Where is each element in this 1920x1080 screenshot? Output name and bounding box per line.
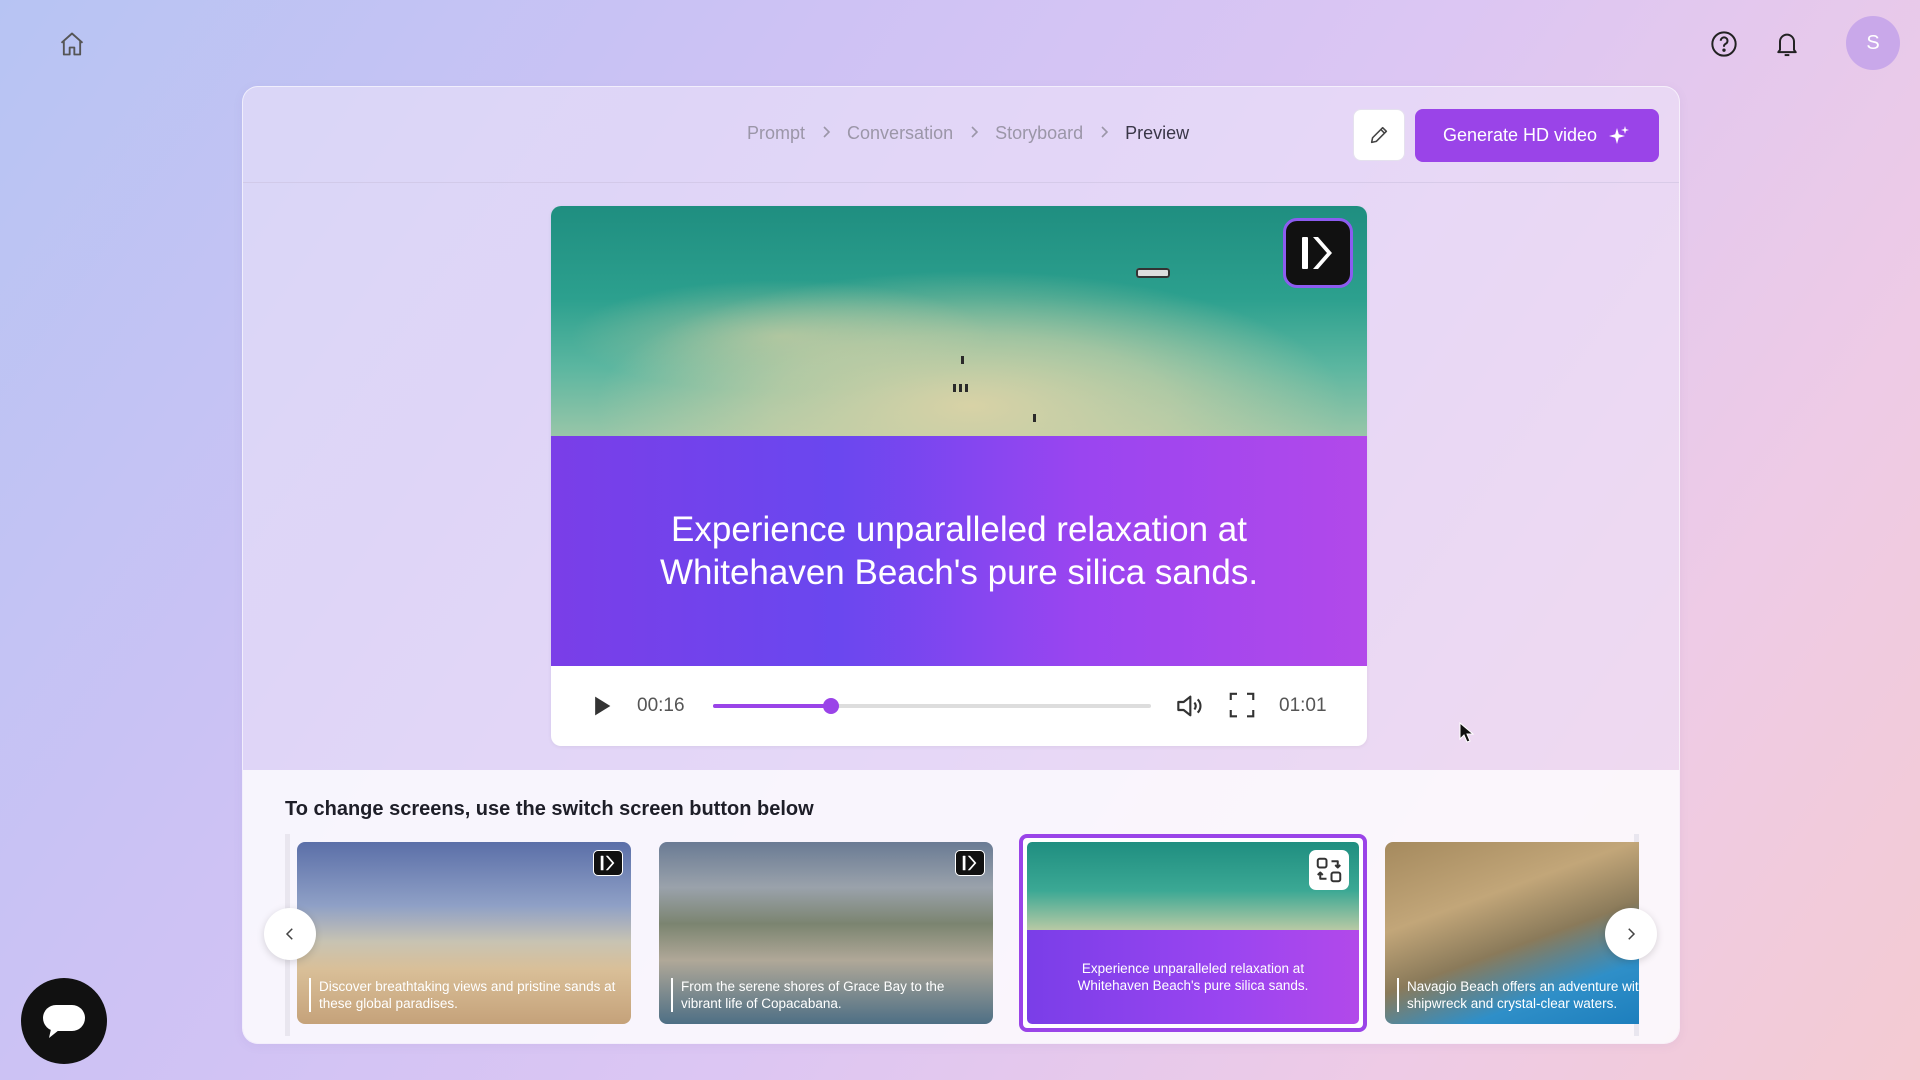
generate-hd-video-button[interactable]: Generate HD video	[1415, 109, 1659, 162]
person-shape	[1033, 414, 1036, 422]
edit-button[interactable]	[1353, 109, 1405, 161]
thumbnail-strip: Discover breathtaking views and pristine…	[285, 834, 1639, 1036]
chevron-right-icon	[820, 125, 832, 143]
switch-screen-button[interactable]	[1309, 850, 1349, 890]
chevron-right-icon	[1098, 125, 1110, 143]
chat-bubble-icon	[43, 1005, 85, 1038]
thumbnail-caption: Discover breathtaking views and pristine…	[309, 978, 619, 1012]
carousel-prev-button[interactable]	[264, 908, 316, 960]
generate-label: Generate HD video	[1442, 125, 1598, 145]
thumbnail-card-selected[interactable]: Experience unparalleled relaxation at Wh…	[1019, 834, 1367, 1032]
play-button[interactable]	[587, 692, 615, 720]
volume-button[interactable]	[1173, 690, 1205, 722]
person-shape	[961, 356, 964, 364]
play-icon	[595, 696, 611, 716]
home-icon	[60, 32, 84, 56]
user-avatar[interactable]: S	[1846, 16, 1900, 70]
mouse-cursor-icon	[1459, 722, 1475, 743]
fullscreen-icon	[1229, 692, 1255, 718]
avatar-initial: S	[1866, 31, 1880, 54]
pencil-icon	[1370, 126, 1388, 144]
thumbnail-card[interactable]: From the serene shores of Grace Bay to t…	[659, 842, 993, 1024]
current-time: 00:16	[637, 695, 685, 716]
progress-fill	[713, 704, 832, 708]
sparkles-icon	[1609, 125, 1630, 144]
progress-track[interactable]	[713, 698, 1151, 714]
brand-logo-small	[955, 850, 985, 876]
breadcrumb-preview: Preview	[1125, 123, 1190, 143]
person-shape	[953, 384, 956, 392]
brand-logo-small	[593, 850, 623, 876]
video-player: Experience unparalleled relaxation at Wh…	[551, 206, 1367, 746]
thumbnail-caption: Experience unparalleled relaxation at Wh…	[1027, 930, 1359, 1024]
fullscreen-button[interactable]	[1227, 690, 1259, 722]
person-shape	[959, 384, 962, 392]
video-caption: Experience unparalleled relaxation at Wh…	[551, 436, 1367, 666]
breadcrumb-prompt[interactable]: Prompt	[747, 123, 805, 144]
total-time: 01:01	[1279, 695, 1327, 716]
topbar: Prompt Conversation Storyboard Preview G…	[243, 87, 1679, 183]
home-button[interactable]	[52, 24, 92, 64]
play-logo-icon	[962, 855, 977, 871]
carousel-next-button[interactable]	[1605, 908, 1657, 960]
switch-screen-icon	[1316, 857, 1342, 883]
progress-handle[interactable]	[823, 698, 840, 714]
person-shape	[965, 384, 968, 392]
chevron-right-icon	[1628, 928, 1636, 940]
thumbnail-caption: From the serene shores of Grace Bay to t…	[671, 978, 981, 1012]
notifications-button[interactable]	[1767, 24, 1807, 64]
player-controls: 00:16 01:01	[551, 666, 1367, 746]
brand-logo	[1283, 218, 1353, 288]
thumbnail-caption: Navagio Beach offers an adventure with i…	[1397, 978, 1639, 1012]
breadcrumb-storyboard[interactable]: Storyboard	[995, 123, 1083, 144]
video-frame-beach	[551, 206, 1367, 436]
play-logo-icon	[600, 855, 615, 871]
main-panel: Prompt Conversation Storyboard Preview G…	[242, 86, 1680, 1044]
thumbnail-card[interactable]: Discover breathtaking views and pristine…	[297, 842, 631, 1024]
thumbnail-card[interactable]: Navagio Beach offers an adventure with i…	[1385, 842, 1639, 1024]
bell-icon	[1777, 33, 1797, 57]
storyboard-section: To change screens, use the switch screen…	[243, 770, 1679, 1043]
breadcrumb: Prompt Conversation Storyboard Preview	[747, 123, 1189, 144]
chat-launcher-button[interactable]	[21, 978, 107, 1064]
switch-screen-hint: To change screens, use the switch screen…	[285, 798, 814, 820]
help-circle-icon	[1711, 31, 1737, 57]
boat-shape	[1136, 268, 1170, 278]
chevron-right-icon	[968, 125, 980, 143]
breadcrumb-conversation[interactable]: Conversation	[847, 123, 953, 144]
thumbnail-inner: Experience unparalleled relaxation at Wh…	[1027, 842, 1359, 1024]
chevron-left-icon	[285, 928, 293, 940]
play-logo-icon	[1302, 237, 1332, 269]
help-button[interactable]	[1704, 24, 1744, 64]
volume-icon	[1177, 695, 1202, 717]
